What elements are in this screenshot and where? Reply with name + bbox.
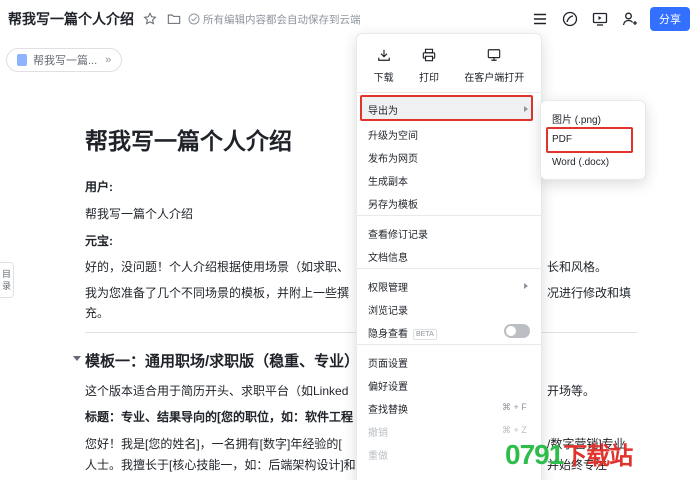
menu-item-preferences[interactable]: 偏好设置 <box>368 378 408 393</box>
toc-toggle[interactable]: 目 录 <box>0 262 14 298</box>
star-icon[interactable] <box>142 11 158 27</box>
incognito-toggle[interactable] <box>504 324 530 338</box>
ai-assistant-icon[interactable] <box>560 9 580 29</box>
download-icon <box>377 49 390 61</box>
printer-icon <box>422 48 436 62</box>
share-button[interactable]: 分享 <box>650 7 690 31</box>
beta-badge: BETA <box>413 329 437 340</box>
heading-template-1[interactable]: 模板一：通用职场/求职版（稳重、专业） <box>85 350 359 371</box>
menu-item-export[interactable]: 导出为 <box>368 102 398 117</box>
paragraph-2-tail: 况进行修改和填 <box>547 286 632 300</box>
incognito-label: 隐身查看 <box>368 329 408 340</box>
menu-item-find-replace[interactable]: 查找替换 <box>368 401 408 416</box>
download-button[interactable]: 下载 <box>374 48 394 90</box>
toc-label-1: 目 <box>1 269 11 279</box>
paragraph-5: 您好！我是[您的姓名]，一名拥有[数字]年经验的[ <box>85 437 342 451</box>
export-docx[interactable]: Word (.docx) <box>552 157 609 168</box>
assistant-label: 元宝: <box>85 234 113 248</box>
paragraph-3-tail: 开场等。 <box>547 384 596 398</box>
paragraph-1: 好的，没问题！个人介绍根据使用场景（如求职、 <box>85 260 350 274</box>
collaborator-icon[interactable] <box>620 9 640 29</box>
double-chevron-right-icon[interactable]: » <box>105 54 111 66</box>
collapse-arrow-icon[interactable] <box>73 356 81 361</box>
toolbar-right: 分享 <box>530 0 700 38</box>
submenu-arrow-icon <box>524 283 528 289</box>
print-button[interactable]: 打印 <box>419 48 439 90</box>
save-status: 所有编辑内容都会自动保存到云端 <box>188 12 361 27</box>
submenu-arrow-icon <box>524 106 528 112</box>
menu-item-undo[interactable]: 撤销 <box>368 424 388 439</box>
watermark-digits: 0791 <box>505 439 564 470</box>
menu-item-incognito[interactable]: 隐身查看 BETA <box>368 325 437 340</box>
download-label: 下载 <box>373 73 394 84</box>
doc-title[interactable]: 帮我写一篇个人介绍 <box>8 9 134 29</box>
paragraph-2: 我为您准备了几个不同场景的模板，并附上一些撰 <box>85 286 350 300</box>
document-icon <box>17 54 27 66</box>
print-label: 打印 <box>418 73 439 84</box>
menu-separator <box>357 344 541 345</box>
undo-shortcut: ⌘ + Z <box>502 425 527 435</box>
menu-separator <box>357 92 541 93</box>
paragraph-6: 人士。我擅长于[核心技能一，如：后端架构设计]和 <box>85 458 356 472</box>
user-text: 帮我写一篇个人介绍 <box>85 207 194 221</box>
watermark-text: 下载站 <box>563 443 633 470</box>
monitor-icon <box>488 49 501 61</box>
document-title[interactable]: 帮我写一篇个人介绍 <box>85 122 292 156</box>
top-bar: 帮我写一篇个人介绍 所有编辑内容都会自动保存到云端 分享 <box>0 0 700 38</box>
menu-item-permissions[interactable]: 权限管理 <box>368 279 408 294</box>
export-png[interactable]: 图片 (.png) <box>552 111 601 126</box>
paragraph-2-line2: 充。 <box>85 306 110 320</box>
check-circle-icon <box>188 13 200 25</box>
menu-item-publish-web[interactable]: 发布为网页 <box>368 150 418 165</box>
menu-item-revision-history[interactable]: 查看修订记录 <box>368 226 428 241</box>
open-in-client-button[interactable]: 在客户端打开 <box>464 48 524 90</box>
folder-icon[interactable] <box>166 11 182 27</box>
open-in-client-label: 在客户端打开 <box>464 73 525 84</box>
menu-item-redo[interactable]: 重做 <box>368 447 388 462</box>
find-replace-shortcut: ⌘ + F <box>502 402 527 412</box>
watermark-logo: 0791下载站 <box>505 436 633 471</box>
menu-icon[interactable] <box>530 9 550 29</box>
paragraph-4: 标题：专业、结果导向的[您的职位，如：软件工程 <box>85 410 353 424</box>
save-status-text: 所有编辑内容都会自动保存到云端 <box>203 13 361 26</box>
breadcrumb-label: 帮我写一篇... <box>33 55 98 67</box>
toc-label-2: 录 <box>1 281 11 291</box>
menu-item-doc-info[interactable]: 文档信息 <box>368 249 408 264</box>
user-label: 用户: <box>85 180 113 194</box>
menu-item-view-history[interactable]: 浏览记录 <box>368 302 408 317</box>
present-icon[interactable] <box>590 9 610 29</box>
menu-separator <box>357 268 541 269</box>
paragraph-3: 这个版本适合用于简历开头、求职平台（如Linked <box>85 384 349 398</box>
menu-top-actions: 下载 打印 在客户端打开 <box>357 34 541 90</box>
export-pdf[interactable]: PDF <box>552 134 572 145</box>
menu-item-upgrade-space[interactable]: 升级为空间 <box>368 127 418 142</box>
menu-item-make-copy[interactable]: 生成副本 <box>368 173 408 188</box>
menu-item-save-template[interactable]: 另存为模板 <box>368 196 418 211</box>
menu-item-page-settings[interactable]: 页面设置 <box>368 355 408 370</box>
menu-separator <box>357 215 541 216</box>
paragraph-1-tail: 长和风格。 <box>547 260 608 274</box>
breadcrumb[interactable]: 帮我写一篇... » <box>6 48 123 72</box>
